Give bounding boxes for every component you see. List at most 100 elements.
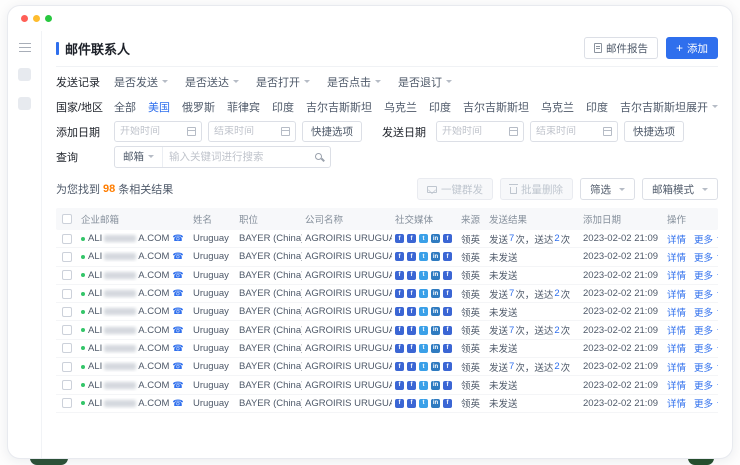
add-date-start-field[interactable] bbox=[120, 126, 187, 137]
region-filter-item[interactable]: 吉尔吉斯斯坦 bbox=[463, 99, 529, 115]
more-link[interactable]: 更多 bbox=[694, 287, 718, 301]
more-link[interactable]: 更多 bbox=[694, 360, 718, 374]
facebook-icon[interactable]: f bbox=[407, 381, 416, 390]
send-record-dropdown[interactable]: 是否打开 bbox=[256, 74, 310, 90]
twitter-icon[interactable]: t bbox=[419, 234, 428, 243]
row-checkbox[interactable] bbox=[62, 270, 72, 280]
twitter-icon[interactable]: t bbox=[419, 271, 428, 280]
sidebar-item-2[interactable] bbox=[18, 97, 31, 110]
send-date-end-field[interactable] bbox=[536, 126, 603, 137]
more-link[interactable]: 更多 bbox=[694, 396, 718, 410]
phone-icon[interactable]: ☎ bbox=[172, 307, 183, 316]
facebook-icon[interactable]: f bbox=[443, 381, 452, 390]
twitter-icon[interactable]: t bbox=[419, 399, 428, 408]
linkedin-icon[interactable]: in bbox=[431, 362, 440, 371]
facebook-icon[interactable]: f bbox=[443, 271, 452, 280]
twitter-icon[interactable]: t bbox=[419, 362, 428, 371]
detail-link[interactable]: 详情 bbox=[667, 305, 686, 319]
email-report-button[interactable]: 邮件报告 bbox=[584, 37, 658, 59]
region-filter-item[interactable]: 俄罗斯 bbox=[182, 99, 215, 115]
facebook-icon[interactable]: f bbox=[407, 234, 416, 243]
phone-icon[interactable]: ☎ bbox=[172, 362, 183, 371]
facebook-icon[interactable]: f bbox=[407, 271, 416, 280]
phone-icon[interactable]: ☎ bbox=[172, 289, 183, 298]
row-checkbox[interactable] bbox=[62, 234, 72, 244]
facebook-icon[interactable]: f bbox=[443, 344, 452, 353]
add-date-start-input[interactable] bbox=[114, 121, 202, 142]
row-checkbox[interactable] bbox=[62, 343, 72, 353]
mass-send-button[interactable]: 一键群发 bbox=[417, 178, 493, 200]
row-checkbox[interactable] bbox=[62, 307, 72, 317]
facebook-icon[interactable]: f bbox=[395, 234, 404, 243]
facebook-icon[interactable]: f bbox=[407, 362, 416, 371]
region-filter-item[interactable]: 菲律宾 bbox=[227, 99, 260, 115]
twitter-icon[interactable]: t bbox=[419, 381, 428, 390]
facebook-icon[interactable]: f bbox=[407, 289, 416, 298]
twitter-icon[interactable]: t bbox=[419, 307, 428, 316]
region-filter-item[interactable]: 美国 bbox=[148, 99, 170, 115]
detail-link[interactable]: 详情 bbox=[667, 378, 686, 392]
linkedin-icon[interactable]: in bbox=[431, 271, 440, 280]
detail-link[interactable]: 详情 bbox=[667, 287, 686, 301]
mode-button[interactable]: 邮箱模式 bbox=[642, 178, 718, 200]
menu-icon[interactable] bbox=[19, 43, 31, 52]
filter-button[interactable]: 筛选 bbox=[580, 178, 635, 200]
facebook-icon[interactable]: f bbox=[395, 289, 404, 298]
linkedin-icon[interactable]: in bbox=[431, 326, 440, 335]
region-filter-item[interactable]: 乌克兰 bbox=[384, 99, 417, 115]
linkedin-icon[interactable]: in bbox=[431, 344, 440, 353]
batch-delete-button[interactable]: 批量删除 bbox=[500, 178, 573, 200]
search-input[interactable] bbox=[163, 151, 315, 163]
send-record-dropdown[interactable]: 是否点击 bbox=[327, 74, 381, 90]
facebook-icon[interactable]: f bbox=[443, 326, 452, 335]
result-count-link[interactable]: 2 bbox=[554, 361, 559, 372]
facebook-icon[interactable]: f bbox=[407, 326, 416, 335]
phone-icon[interactable]: ☎ bbox=[172, 271, 183, 280]
result-count-link[interactable]: 7 bbox=[509, 361, 514, 372]
phone-icon[interactable]: ☎ bbox=[172, 234, 183, 243]
region-filter-item[interactable]: 印度 bbox=[272, 99, 294, 115]
minimize-window-button[interactable] bbox=[33, 15, 40, 22]
facebook-icon[interactable]: f bbox=[443, 362, 452, 371]
phone-icon[interactable]: ☎ bbox=[172, 381, 183, 390]
sidebar-item-1[interactable] bbox=[18, 68, 31, 81]
phone-icon[interactable]: ☎ bbox=[172, 399, 183, 408]
linkedin-icon[interactable]: in bbox=[431, 307, 440, 316]
more-link[interactable]: 更多 bbox=[694, 305, 718, 319]
add-button[interactable]: + 添加 bbox=[666, 37, 718, 59]
facebook-icon[interactable]: f bbox=[407, 307, 416, 316]
row-checkbox[interactable] bbox=[62, 362, 72, 372]
more-link[interactable]: 更多 bbox=[694, 323, 718, 337]
twitter-icon[interactable]: t bbox=[419, 252, 428, 261]
result-count-link[interactable]: 7 bbox=[509, 233, 514, 244]
more-link[interactable]: 更多 bbox=[694, 268, 718, 282]
add-date-end-input[interactable] bbox=[208, 121, 296, 142]
phone-icon[interactable]: ☎ bbox=[172, 252, 183, 261]
twitter-icon[interactable]: t bbox=[419, 289, 428, 298]
maximize-window-button[interactable] bbox=[45, 15, 52, 22]
facebook-icon[interactable]: f bbox=[395, 307, 404, 316]
detail-link[interactable]: 详情 bbox=[667, 396, 686, 410]
facebook-icon[interactable]: f bbox=[407, 252, 416, 261]
detail-link[interactable]: 详情 bbox=[667, 250, 686, 264]
facebook-icon[interactable]: f bbox=[395, 381, 404, 390]
facebook-icon[interactable]: f bbox=[395, 252, 404, 261]
facebook-icon[interactable]: f bbox=[443, 234, 452, 243]
more-link[interactable]: 更多 bbox=[694, 378, 718, 392]
phone-icon[interactable]: ☎ bbox=[172, 326, 183, 335]
row-checkbox[interactable] bbox=[62, 325, 72, 335]
more-link[interactable]: 更多 bbox=[694, 341, 718, 355]
send-record-dropdown[interactable]: 是否退订 bbox=[398, 74, 452, 90]
region-filter-item[interactable]: 乌克兰 bbox=[541, 99, 574, 115]
facebook-icon[interactable]: f bbox=[407, 344, 416, 353]
linkedin-icon[interactable]: in bbox=[431, 381, 440, 390]
result-count-link[interactable]: 2 bbox=[554, 288, 559, 299]
more-link[interactable]: 更多 bbox=[694, 232, 718, 246]
phone-icon[interactable]: ☎ bbox=[172, 344, 183, 353]
facebook-icon[interactable]: f bbox=[395, 271, 404, 280]
facebook-icon[interactable]: f bbox=[443, 252, 452, 261]
search-icon[interactable] bbox=[315, 153, 322, 160]
facebook-icon[interactable]: f bbox=[395, 326, 404, 335]
detail-link[interactable]: 详情 bbox=[667, 232, 686, 246]
linkedin-icon[interactable]: in bbox=[431, 399, 440, 408]
